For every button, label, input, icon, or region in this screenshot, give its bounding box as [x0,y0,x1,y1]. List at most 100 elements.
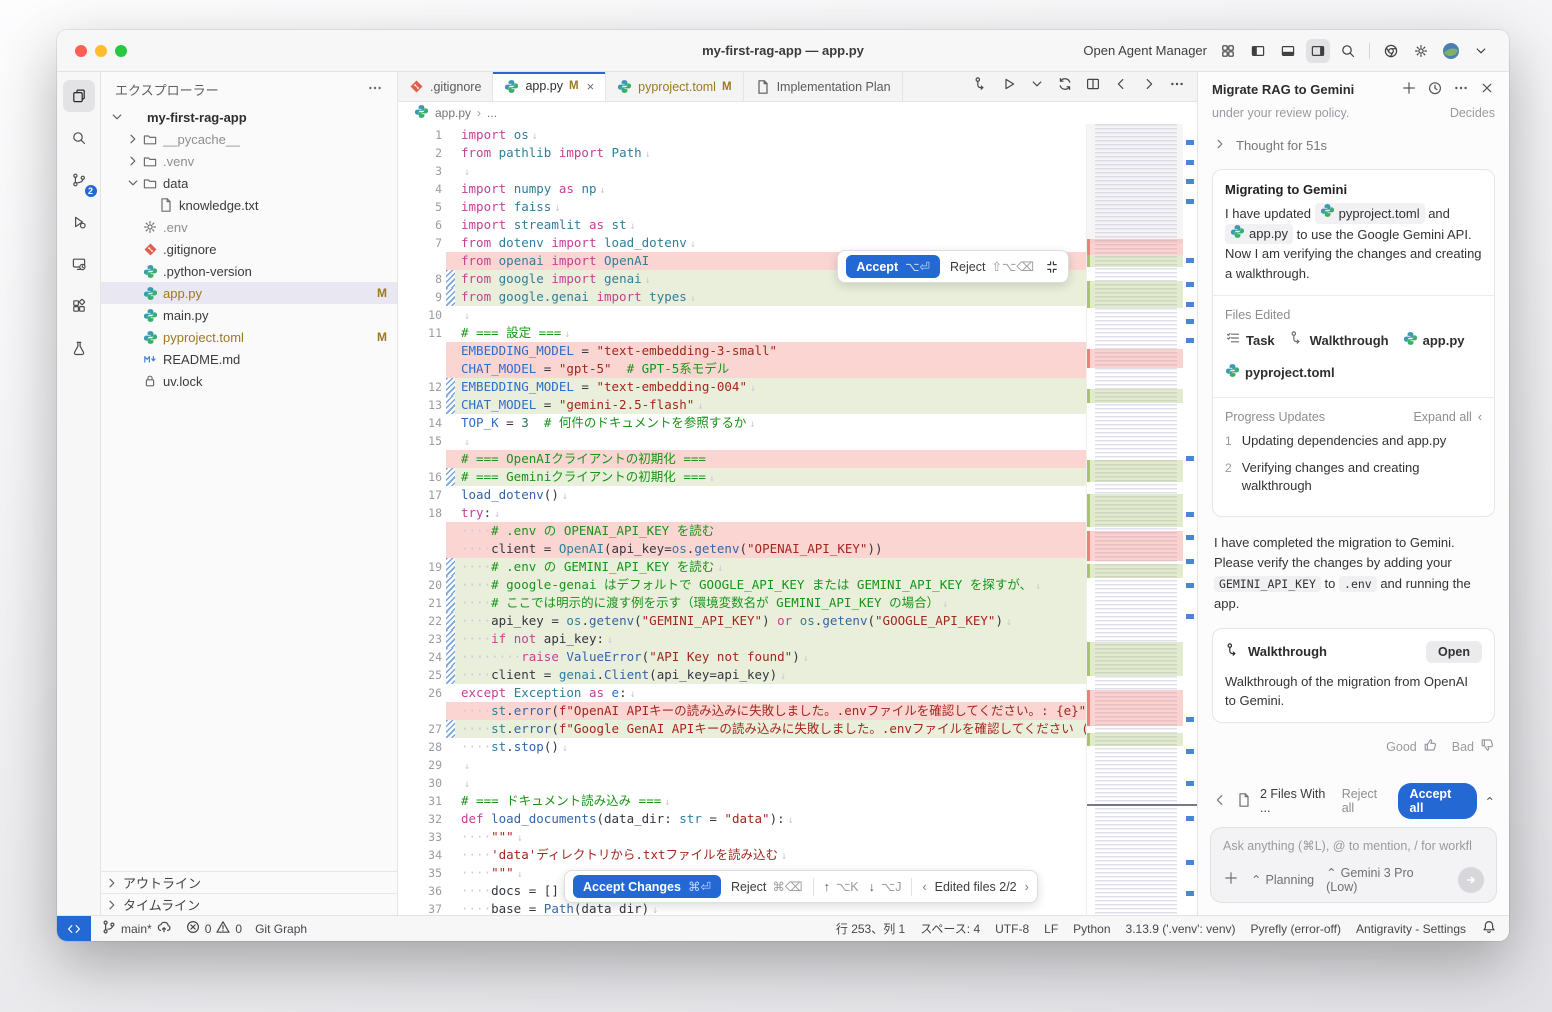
status-item[interactable]: Pyrefly (error-off) [1250,922,1340,936]
agent-input[interactable]: Ask anything (⌘L), @ to mention, / for w… [1210,827,1497,903]
edited-file-chip-pyproject.toml[interactable]: pyproject.toml [1225,363,1335,385]
code-line[interactable]: 18try: [398,504,1086,522]
tab-Implementation Plan[interactable]: Implementation Plan [744,72,903,101]
status-item[interactable]: Antigravity - Settings [1356,922,1466,936]
tree-item-data[interactable]: data [101,172,397,194]
reject-all-button[interactable]: Reject all [1342,787,1390,815]
code-line[interactable]: 4import numpy as np [398,180,1086,198]
scroll-sash[interactable] [1087,804,1197,806]
section-アウトライン[interactable]: アウトライン [101,871,397,893]
code-line[interactable]: 28····st.stop() [398,738,1086,756]
edited-file-chip-app.py[interactable]: app.py [1403,330,1465,353]
status-item[interactable]: 3.13.9 ('.venv': venv) [1126,922,1236,936]
agent-history-button[interactable] [1427,80,1443,99]
editor-action-run[interactable] [1001,76,1017,97]
activitybar-search[interactable] [63,122,95,154]
back-icon[interactable] [1212,792,1228,811]
tree-item-knowledge.txt[interactable]: knowledge.txt [101,194,397,216]
code-line[interactable]: 29 [398,756,1086,774]
remote-indicator[interactable] [57,916,91,941]
git-graph-item[interactable]: Git Graph [255,922,307,936]
layout-grid-icon[interactable] [1216,39,1240,63]
editor-action-forward[interactable] [1141,76,1157,97]
breadcrumb-more[interactable]: ... [487,106,497,120]
code-line[interactable]: # === OpenAIクライアントの初期化 === [398,450,1086,468]
section-タイムライン[interactable]: タイムライン [101,893,397,915]
tree-item-pyproject.toml[interactable]: pyproject.tomlM [101,326,397,348]
status-item[interactable]: 行 253、列 1 [836,920,905,937]
reject-button[interactable]: Reject⇧⌥⌫ [950,259,1034,274]
code-line[interactable]: 17load_dotenv() [398,486,1086,504]
status-item[interactable]: LF [1044,922,1058,936]
agent-plus-button[interactable] [1401,80,1417,99]
code-line[interactable]: 16# === Geminiクライアントの初期化 === [398,468,1086,486]
activitybar-remote-explorer[interactable] [63,248,95,280]
tree-item-.env[interactable]: .env [101,216,397,238]
chevron-down-icon[interactable] [1469,39,1493,63]
code-line[interactable]: 12EMBEDDING_MODEL = "text-embedding-004" [398,378,1086,396]
code-line[interactable]: 10 [398,306,1086,324]
editor-action-walkthrough[interactable] [973,76,989,97]
bell-icon[interactable] [1481,919,1497,938]
prev-file-button[interactable]: ‹ [922,880,926,894]
code-line[interactable]: EMBEDDING_MODEL = "text-embedding-3-smal… [398,342,1086,360]
chevron-up-icon[interactable]: ⌃ [1485,794,1495,809]
edited-file-chip-Task[interactable]: Task [1225,330,1275,353]
activitybar-source-control[interactable]: 2 [63,164,95,196]
code-line[interactable]: 25····client = genai.Client(api_key=api_… [398,666,1086,684]
progress-item[interactable]: 2Verifying changes and creating walkthro… [1225,459,1482,494]
tab-.gitignore[interactable]: .gitignore [398,72,493,101]
editor-action-sync[interactable] [1057,76,1073,97]
code-line[interactable]: 31# === ドキュメント読み込み === [398,792,1086,810]
add-context-button[interactable] [1223,870,1239,889]
code-editor[interactable]: 1import os2from pathlib import Path34imp… [398,124,1197,915]
breadcrumb[interactable]: app.py › ... [398,102,1197,124]
tree-item-README.md[interactable]: README.md [101,348,397,370]
code-line[interactable]: 26except Exception as e: [398,684,1086,702]
avatar-icon[interactable] [1439,39,1463,63]
code-line[interactable]: ····client = OpenAI(api_key=os.getenv("O… [398,540,1086,558]
minimize-window-button[interactable] [95,45,107,57]
code-line[interactable]: CHAT_MODEL = "gpt-5" # GPT-5系モデル [398,360,1086,378]
next-change-button[interactable]: ↓⌥J [869,879,902,894]
code-line[interactable]: ····st.error(f"OpenAI APIキーの読み込みに失敗しました。… [398,702,1086,720]
minimap[interactable] [1086,124,1183,915]
panel-right-icon[interactable] [1306,39,1330,63]
code-line[interactable]: 20····# google-genai はデフォルトで GOOGLE_API_… [398,576,1086,594]
agent-more-button[interactable] [1453,80,1469,99]
code-line[interactable]: 19····# .env の GEMINI_API_KEY を読む [398,558,1086,576]
tree-item-.venv[interactable]: .venv [101,150,397,172]
accept-all-button[interactable]: Accept all [1398,783,1477,819]
reject-changes-button[interactable]: Reject⌘⌫ [731,879,803,894]
accept-button[interactable]: Accept⌥⏎ [846,255,940,278]
editor-action-split[interactable] [1085,76,1101,97]
more-icon[interactable] [367,80,383,96]
code-line[interactable]: 22····api_key = os.getenv("GEMINI_API_KE… [398,612,1086,630]
expand-all-button[interactable]: Expand all ‹ [1413,410,1482,424]
open-agent-manager-button[interactable]: Open Agent Manager [1083,43,1207,58]
close-window-button[interactable] [75,45,87,57]
status-item[interactable]: UTF-8 [995,922,1029,936]
code-line[interactable]: 6import streamlit as st [398,216,1086,234]
code-line[interactable]: 1import os [398,126,1086,144]
chrome-icon[interactable] [1379,39,1403,63]
code-line[interactable]: 5import faiss [398,198,1086,216]
search-icon[interactable] [1336,39,1360,63]
file-ref-apppy[interactable]: app.py [1225,224,1293,245]
zoom-window-button[interactable] [115,45,127,57]
code-line[interactable]: 14TOP_K = 3 # 何件のドキュメントを参照するか [398,414,1086,432]
problems-item[interactable]: 0 0 [185,919,242,938]
tree-item-app.py[interactable]: app.pyM [101,282,397,304]
activitybar-extensions[interactable] [63,290,95,322]
tab-pyproject.toml[interactable]: pyproject.tomlM [606,72,743,101]
send-button[interactable] [1458,867,1484,893]
feedback-bad-button[interactable]: Bad [1452,737,1495,756]
code-line[interactable]: 34····'data'ディレクトリから.txtファイルを読み込む [398,846,1086,864]
tree-item-uv.lock[interactable]: uv.lock [101,370,397,392]
tree-item-.gitignore[interactable]: .gitignore [101,238,397,260]
code-line[interactable]: 15 [398,432,1086,450]
code-line[interactable]: 33····""" [398,828,1086,846]
agent-close-button[interactable] [1479,80,1495,99]
tree-item-my-first-rag-app[interactable]: my-first-rag-app [101,106,397,128]
activitybar-explorer[interactable] [63,80,95,112]
